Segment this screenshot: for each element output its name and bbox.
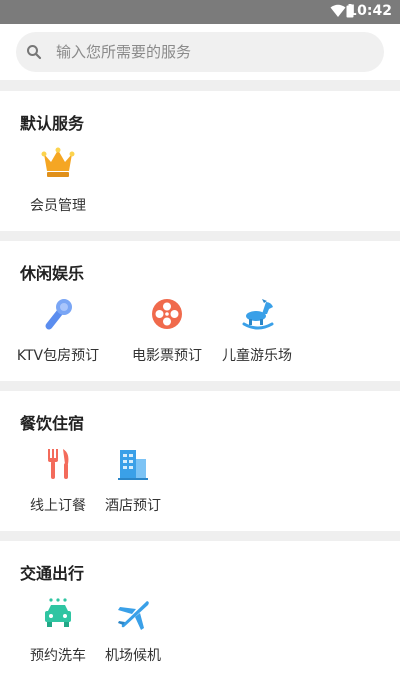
service-airport-lounge[interactable]: 机场候机 xyxy=(88,597,178,677)
crown-icon xyxy=(41,147,75,177)
wifi-icon xyxy=(330,4,346,17)
service-label: 酒店预订 xyxy=(105,498,161,514)
service-label: 电影票预订 xyxy=(132,348,202,364)
section-title: 餐饮住宿 xyxy=(20,414,85,433)
status-time: 10:42 xyxy=(347,3,392,19)
fork-knife-icon xyxy=(48,449,69,479)
service-label: 机场候机 xyxy=(105,648,161,664)
search-icon xyxy=(27,45,42,60)
service-label: 会员管理 xyxy=(30,198,86,214)
service-kids-playground[interactable]: 儿童游乐场 xyxy=(212,297,302,377)
section-title: 默认服务 xyxy=(20,114,85,133)
service-label: KTV包房预订 xyxy=(16,348,100,364)
section-default-services: 默认服务 会员管理 xyxy=(0,91,400,231)
search-placeholder: 输入您所需要的服务 xyxy=(56,43,192,61)
film-reel-icon xyxy=(152,299,182,329)
section-title: 休闲娱乐 xyxy=(20,264,85,283)
microphone-icon xyxy=(45,299,72,330)
airplane-icon xyxy=(118,601,149,630)
service-label: 儿童游乐场 xyxy=(222,348,292,364)
section-food-lodging: 餐饮住宿 线上订餐 酒店预订 xyxy=(0,391,400,531)
service-movie-tickets[interactable]: 电影票预订 xyxy=(122,297,212,377)
car-wash-icon xyxy=(45,598,71,627)
rocking-horse-icon xyxy=(242,299,274,330)
status-bar: 10:42 xyxy=(0,0,400,24)
section-transportation: 交通出行 预约洗车 机场候机 xyxy=(0,541,400,681)
service-hotel-booking[interactable]: 酒店预订 xyxy=(88,447,178,527)
search-input[interactable]: 输入您所需要的服务 xyxy=(16,32,384,72)
service-member-management[interactable]: 会员管理 xyxy=(13,147,103,227)
section-title: 交通出行 xyxy=(20,564,85,583)
section-leisure: 休闲娱乐 KTV包房预订 电影票预订 儿童游乐场 xyxy=(0,241,400,381)
hotel-building-icon xyxy=(118,450,148,480)
search-header: 输入您所需要的服务 xyxy=(0,24,400,80)
service-ktv-booking[interactable]: KTV包房预订 xyxy=(13,297,103,377)
